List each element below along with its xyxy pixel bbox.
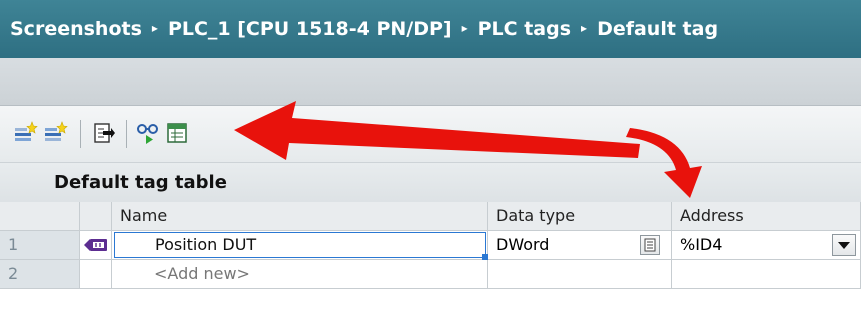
tag-name-input[interactable]: Position DUT (114, 232, 486, 258)
tag-table-title: Default tag table (54, 172, 227, 193)
breadcrumb-item-default-tag[interactable]: Default tag (593, 18, 722, 40)
address-dropdown-button[interactable] (832, 234, 856, 256)
list-icon (644, 238, 656, 252)
column-header-address[interactable]: Address (672, 202, 861, 231)
row-number-header (0, 202, 80, 231)
breadcrumb-item-plc-tags[interactable]: PLC tags (474, 18, 575, 40)
column-header-row: Name Data type Address (0, 202, 861, 231)
data-type-cell[interactable] (488, 260, 672, 289)
monitor-all-icon[interactable] (166, 120, 190, 146)
address-cell[interactable] (672, 260, 861, 289)
row-number[interactable]: 2 (0, 260, 80, 289)
dword-tag-icon (84, 239, 107, 251)
toolbar-divider (80, 120, 81, 148)
breadcrumb-item-plc[interactable]: PLC_1 [CPU 1518-4 PN/DP] (164, 18, 456, 40)
insert-row-icon[interactable] (44, 120, 68, 146)
export-icon[interactable] (92, 120, 116, 146)
toolbar (0, 106, 861, 162)
table-row[interactable]: 1 Position DUT DWord %ID4 (0, 231, 861, 260)
column-header-name[interactable]: Name (112, 202, 488, 231)
data-type-list-button[interactable] (640, 235, 660, 255)
toolbar-divider (126, 120, 127, 148)
tag-type-cell (80, 260, 112, 289)
breadcrumb: Screenshots ▸ PLC_1 [CPU 1518-4 PN/DP] ▸… (0, 0, 861, 58)
tab-strip (0, 58, 861, 106)
icon-column-header (80, 202, 112, 231)
tag-table-header: Default tag table (0, 162, 861, 202)
add-new-row[interactable]: <Add new> (112, 260, 488, 289)
chevron-down-icon (838, 242, 850, 249)
breadcrumb-separator-icon: ▸ (151, 21, 158, 35)
column-header-data-type[interactable]: Data type (488, 202, 672, 231)
add-row-icon[interactable] (14, 120, 38, 146)
row-number[interactable]: 1 (0, 231, 80, 260)
table-row[interactable]: 2 <Add new> (0, 260, 861, 289)
tag-type-cell (80, 231, 112, 260)
breadcrumb-separator-icon: ▸ (461, 21, 468, 35)
breadcrumb-item-screenshots[interactable]: Screenshots (6, 18, 146, 40)
monitor-icon[interactable] (136, 120, 160, 146)
breadcrumb-separator-icon: ▸ (581, 21, 588, 35)
